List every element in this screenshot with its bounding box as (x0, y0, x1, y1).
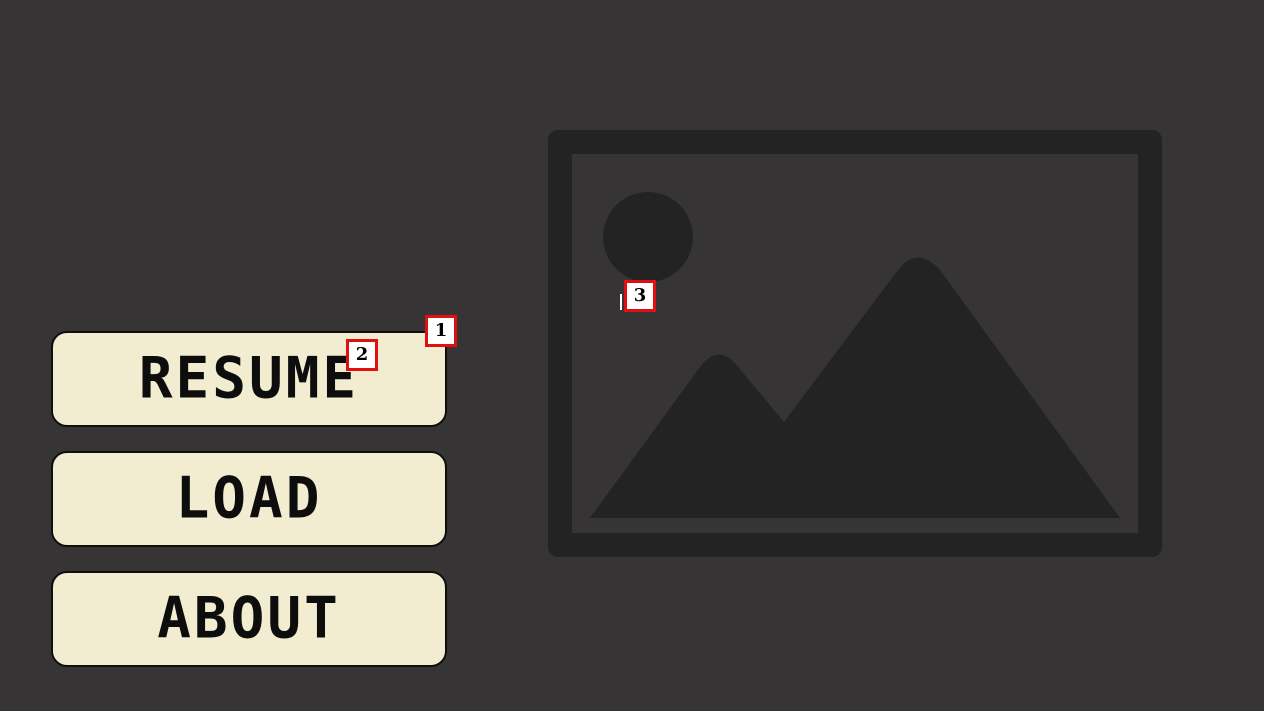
annotation-pointer (620, 294, 622, 310)
load-button-label: LOAD (175, 465, 323, 532)
image-placeholder-icon (548, 130, 1162, 557)
main-menu-screen: RESUME LOAD ABOUT 1 2 3 (0, 0, 1264, 711)
resume-button[interactable]: RESUME (51, 331, 447, 427)
annotation-marker-2: 2 (346, 339, 378, 371)
about-button[interactable]: ABOUT (51, 571, 447, 667)
about-button-label: ABOUT (157, 585, 341, 652)
annotation-marker-3: 3 (624, 280, 656, 312)
resume-button-label: RESUME (138, 345, 360, 412)
annotation-marker-1: 1 (425, 315, 457, 347)
load-button[interactable]: LOAD (51, 451, 447, 547)
